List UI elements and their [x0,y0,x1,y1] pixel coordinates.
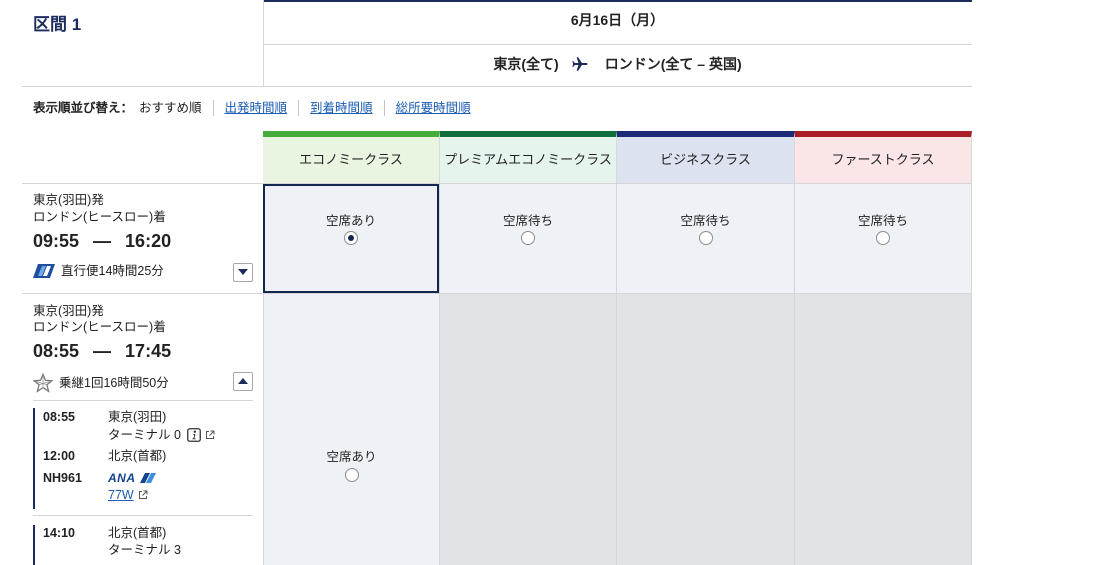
flight-2-collapse-button[interactable] [233,372,253,391]
ana-logo-stripes-icon [139,473,156,483]
aircraft-link[interactable]: 77W [108,487,134,503]
detail-divider [33,515,253,516]
segment-1-terminal-text: ターミナル 0 [108,428,181,442]
flight-2-departure: 東京(羽田)発 [33,304,104,318]
ana-logo: ANA [108,470,156,486]
segment-bar [33,408,35,509]
segment-bar [33,525,35,565]
external-link-icon[interactable] [138,490,148,500]
fare-cell-first [795,294,972,565]
segment-1-dep-airport: 東京(羽田) [108,410,167,424]
fare-cell-premium-economy[interactable]: 空席待ち [440,184,617,293]
class-header-economy: エコノミークラス [263,131,440,183]
fare-radio[interactable] [698,231,713,245]
flight-1-summary: 直行便14時間25分 [33,263,164,279]
fare-cell-business [617,294,795,565]
segment-1-flight-number: NH961 [43,471,82,485]
sort-by-duration-link[interactable]: 総所要時間順 [383,100,471,116]
fare-cell-premium-economy [440,294,617,565]
segment-1-dep-time: 08:55 [43,410,75,424]
fare-cell-economy[interactable]: 空席あり [263,184,440,293]
sort-current: おすすめ順 [139,101,202,115]
fare-radio[interactable] [344,231,358,245]
segment-top-border [263,0,972,2]
class-header-business: ビジネスクラス [617,131,795,183]
flight-2-times: 08:55 — 17:45 [33,340,171,362]
ana-tail-logo-icon [33,264,55,278]
flight-1-times: 09:55 — 16:20 [33,230,171,252]
flight-2-dep-time: 08:55 [33,341,80,361]
segment-2-dep-time: 14:10 [43,526,75,540]
class-header-premium-economy: プレミアムエコノミークラス [440,131,617,183]
airplane-icon [571,55,589,73]
fare-status: 空席あり [326,450,377,464]
flight-2-arrival: ロンドン(ヒースロー)着 [33,320,166,334]
sort-by-arrival-link[interactable]: 到着時間順 [298,100,373,116]
chevron-down-icon [238,269,248,275]
flight-date: 6月16日（月） [570,12,665,28]
segment-title: 区間 1 [33,15,82,34]
destination-city: ロンドン(全て – 英国) [604,56,742,72]
flight-2-summary: 乗継1回16時間50分 [33,373,169,393]
fare-status: 空席待ち [857,214,908,228]
route: 東京(全て) ロンドン(全て – 英国) [263,54,972,74]
flight-1-summary-text: 直行便14時間25分 [61,264,164,278]
header-divider [263,44,972,45]
segment-1-terminal: ターミナル 0 [108,427,215,443]
sort-bar: 表示順並び替え： おすすめ順 出発時間順 到着時間順 総所要時間順 [33,100,471,116]
flight-2-arr-time: 17:45 [125,341,172,361]
fare-cell-business[interactable]: 空席待ち [617,184,795,293]
flight-1-arrival: ロンドン(ヒースロー)着 [33,210,166,224]
segment-1-arr-time: 12:00 [43,449,75,463]
class-header-first: ファーストクラス [795,131,972,183]
flight-2-summary-text: 乗継1回16時間50分 [59,376,169,390]
segment-1-arr-airport: 北京(首都) [108,449,167,463]
fare-cell-economy[interactable]: 空席あり [263,294,440,565]
sort-label: 表示順並び替え： [33,101,134,115]
fare-radio[interactable] [521,231,535,245]
sort-by-departure-link[interactable]: 出発時間順 [212,100,287,116]
segment-1-aircraft: 77W [108,487,148,503]
flight-1-dep-time: 09:55 [33,231,80,251]
fare-status: 空席待ち [680,214,731,228]
fare-status: 空席あり [325,214,376,228]
external-link-icon[interactable] [205,430,215,440]
chevron-up-icon [238,378,248,384]
flight-1-arr-time: 16:20 [125,231,172,251]
fare-radio[interactable] [876,231,890,245]
flight-1-departure: 東京(羽田)発 [33,193,104,207]
origin-city: 東京(全て) [493,56,559,72]
fare-cell-first[interactable]: 空席待ち [795,184,972,293]
time-separator: — [93,231,112,251]
fare-radio[interactable] [344,468,359,482]
fare-status: 空席待ち [502,214,553,228]
detail-divider [33,400,253,401]
segment-2-terminal: ターミナル 3 [108,543,181,557]
header-bottom-divider [22,86,972,87]
flight-1-expand-button[interactable] [233,263,253,282]
ana-logo-text: ANA [108,471,136,485]
segment-2-dep-airport: 北京(首都) [108,526,167,540]
info-icon[interactable] [187,428,201,442]
star-alliance-icon [33,373,53,393]
time-separator: — [93,341,112,361]
